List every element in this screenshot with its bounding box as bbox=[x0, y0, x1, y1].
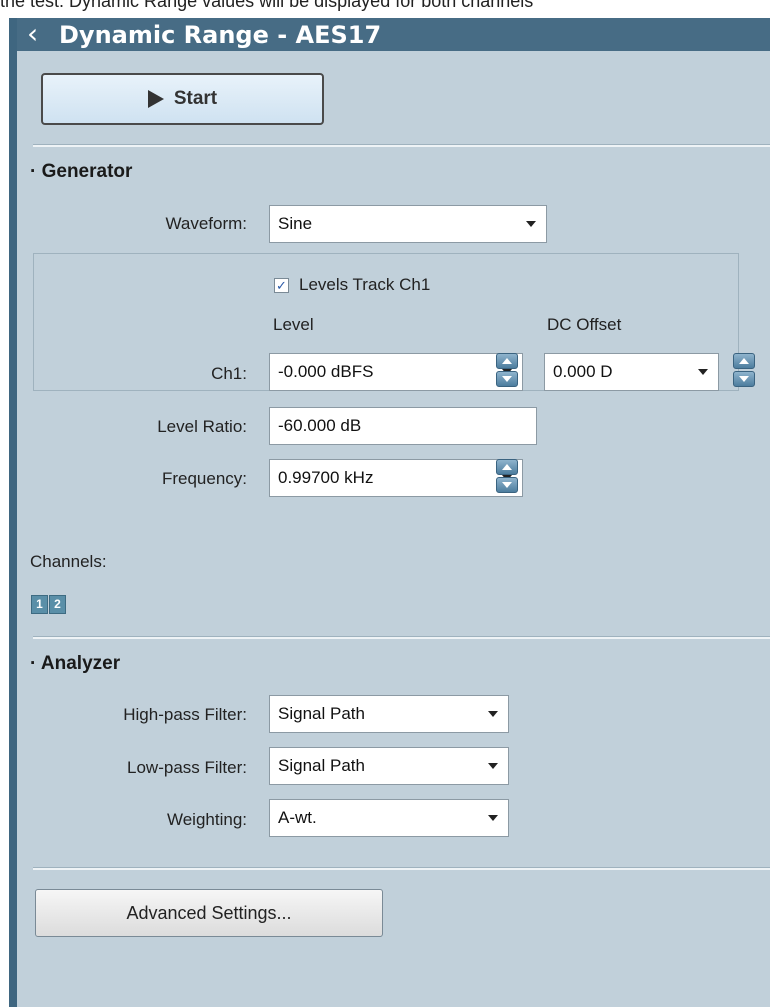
channel-2-button[interactable]: 2 bbox=[49, 595, 66, 614]
low-pass-value: Signal Path bbox=[278, 756, 365, 775]
levels-track-checkbox[interactable]: ✓ bbox=[274, 278, 289, 293]
generator-heading-text: Generator bbox=[41, 161, 133, 182]
increment-icon[interactable] bbox=[496, 353, 518, 369]
waveform-value: Sine bbox=[278, 214, 313, 233]
decrement-icon[interactable] bbox=[496, 371, 518, 387]
chevron-down-icon bbox=[488, 815, 498, 821]
title-bar: ‹ Dynamic Range - AES17 bbox=[17, 18, 770, 51]
channel-1-button[interactable]: 1 bbox=[31, 595, 48, 614]
frequency-value: 0.99700 kHz bbox=[278, 468, 374, 487]
decrement-icon[interactable] bbox=[733, 371, 755, 387]
advanced-settings-label: Advanced Settings... bbox=[126, 902, 292, 923]
weighting-label: Weighting: bbox=[166, 810, 247, 829]
waveform-label: Waveform: bbox=[165, 214, 247, 233]
start-button-label: Start bbox=[173, 88, 218, 109]
panel-title: Dynamic Range - AES17 bbox=[59, 21, 382, 49]
level-column-header: Level bbox=[273, 315, 314, 334]
waveform-dropdown[interactable]: Sine bbox=[269, 205, 547, 243]
decrement-icon[interactable] bbox=[496, 477, 518, 493]
advanced-settings-button[interactable]: Advanced Settings... bbox=[35, 889, 383, 937]
generator-heading[interactable]: · Generator bbox=[30, 161, 132, 183]
ch1-label: Ch1: bbox=[211, 364, 247, 383]
divider bbox=[33, 867, 770, 870]
levels-track-label: Levels Track Ch1 bbox=[299, 275, 431, 294]
low-pass-dropdown[interactable]: Signal Path bbox=[269, 747, 509, 785]
high-pass-dropdown[interactable]: Signal Path bbox=[269, 695, 509, 733]
ch1-dc-offset-field[interactable]: 0.000 D bbox=[544, 353, 719, 391]
frequency-stepper[interactable] bbox=[496, 459, 518, 493]
level-ratio-value: -60.000 dB bbox=[278, 416, 362, 435]
top-caption: the test. Dynamic Range values will be d… bbox=[0, 0, 770, 18]
ch1-level-field[interactable]: -0.000 dBFS bbox=[269, 353, 523, 391]
frequency-label: Frequency: bbox=[161, 469, 247, 488]
weighting-value: A-wt. bbox=[278, 808, 317, 827]
level-ratio-label: Level Ratio: bbox=[157, 417, 247, 436]
chevron-down-icon bbox=[698, 369, 708, 375]
chevron-down-icon bbox=[488, 711, 498, 717]
chevron-down-icon bbox=[526, 221, 536, 227]
play-icon bbox=[147, 90, 164, 108]
start-button[interactable]: Start bbox=[41, 73, 324, 125]
high-pass-label: High-pass Filter: bbox=[123, 705, 247, 724]
high-pass-value: Signal Path bbox=[278, 704, 365, 723]
ch1-dc-offset-value: 0.000 D bbox=[553, 362, 613, 381]
low-pass-label: Low-pass Filter: bbox=[127, 758, 247, 777]
frequency-field[interactable]: 0.99700 kHz bbox=[269, 459, 523, 497]
analyzer-heading[interactable]: · Analyzer bbox=[30, 653, 120, 675]
channels-label: Channels: bbox=[30, 552, 107, 571]
increment-icon[interactable] bbox=[496, 459, 518, 475]
level-ratio-input[interactable]: -60.000 dB bbox=[269, 407, 537, 445]
ch1-level-value: -0.000 dBFS bbox=[278, 362, 374, 381]
chevron-down-icon bbox=[488, 763, 498, 769]
ch1-level-stepper[interactable] bbox=[496, 353, 518, 387]
back-chevron-icon[interactable]: ‹ bbox=[27, 19, 38, 49]
weighting-dropdown[interactable]: A-wt. bbox=[269, 799, 509, 837]
divider bbox=[33, 144, 770, 147]
increment-icon[interactable] bbox=[733, 353, 755, 369]
analyzer-heading-text: Analyzer bbox=[40, 653, 121, 674]
ch1-dc-offset-stepper[interactable] bbox=[733, 353, 755, 387]
caption-text: the test. Dynamic Range values will be d… bbox=[0, 0, 534, 11]
dc-offset-column-header: DC Offset bbox=[547, 315, 622, 334]
settings-panel: ‹ Dynamic Range - AES17 Start · Generato… bbox=[9, 18, 770, 1007]
divider bbox=[33, 636, 770, 639]
